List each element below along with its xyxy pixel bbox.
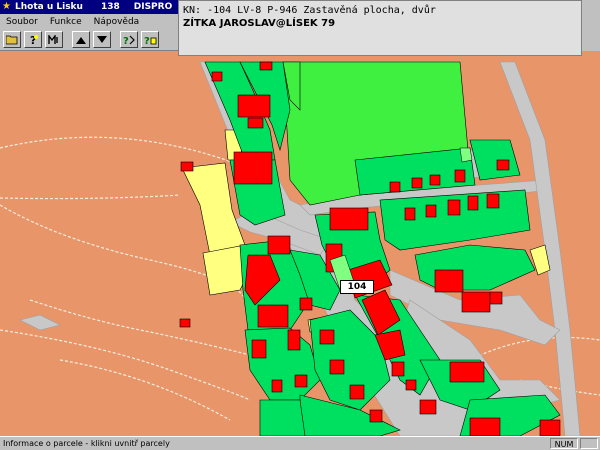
zoom-out-icon <box>97 35 107 43</box>
info-query-icon: ? <box>123 35 135 46</box>
open-folder-icon <box>5 35 17 45</box>
menu-napoveda[interactable]: Nápověda <box>94 17 140 27</box>
zoom-button[interactable] <box>45 31 63 48</box>
app-star-icon: ★ <box>2 1 11 12</box>
svg-text:?: ? <box>123 36 129 46</box>
info-query-button[interactable]: ? <box>120 31 138 48</box>
menu-funkce[interactable]: Funkce <box>50 17 82 27</box>
selected-parcel-label[interactable]: 104 <box>340 280 374 294</box>
zoom-icon <box>48 34 58 44</box>
status-message: Informace o parcele - klikni uvnitř parc… <box>3 439 170 448</box>
info-query-2-button[interactable]: ? <box>141 31 159 48</box>
parcel-info-line: KN: -104 LV-8 P-946 Zastavěná plocha, dv… <box>183 5 436 16</box>
menu-soubor[interactable]: Soubor <box>6 17 38 27</box>
help-icon: ? <box>30 34 38 46</box>
zoom-in-icon <box>76 36 86 44</box>
status-bar: Informace o parcele - klikni uvnitř parc… <box>0 436 600 450</box>
cadastral-map[interactable]: 104 <box>0 51 600 436</box>
zoom-out-button[interactable] <box>93 31 111 48</box>
title-bar: ★ Lhota u Lisku 138 DISPRO <box>0 0 178 14</box>
window-title: Lhota u Lisku <box>15 2 83 12</box>
window-program: DISPRO <box>133 2 173 12</box>
window-code: 138 <box>100 2 120 12</box>
map-canvas[interactable] <box>0 51 600 436</box>
toolbar: ? ? ? <box>0 29 178 51</box>
status-empty-cell <box>580 438 598 449</box>
parcel-info-panel: KN: -104 LV-8 P-946 Zastavěná plocha, dv… <box>178 0 582 56</box>
status-num-indicator: NUM <box>550 438 578 449</box>
menu-bar: Soubor Funkce Nápověda <box>0 14 178 29</box>
svg-text:?: ? <box>144 36 150 46</box>
help-button[interactable]: ? <box>24 31 42 48</box>
zoom-in-button[interactable] <box>72 31 90 48</box>
parcel-owner-line: ZÍTKA JAROSLAV@LÍSEK 79 <box>183 18 336 29</box>
info-query-2-icon: ? <box>144 36 156 46</box>
open-button[interactable] <box>3 31 21 48</box>
